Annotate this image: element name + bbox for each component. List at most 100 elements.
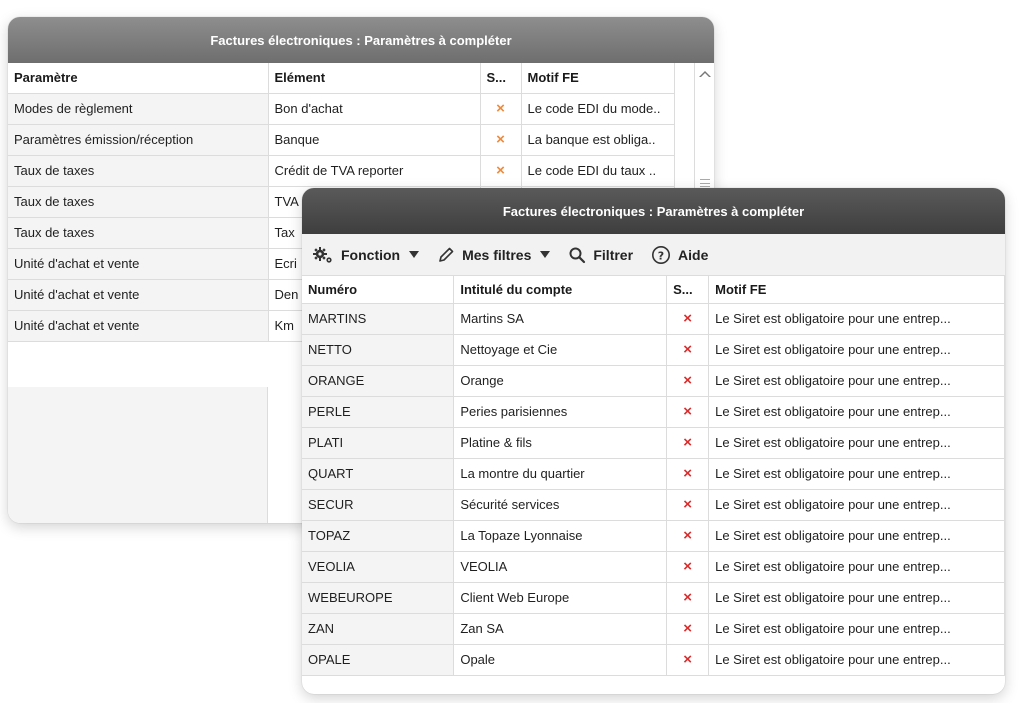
element-cell: Banque (268, 124, 481, 156)
motif-cell: Le Siret est obligatoire pour une entrep… (708, 458, 1005, 490)
pencil-icon (439, 247, 454, 262)
numero-cell: ZAN (302, 613, 455, 645)
front-window-title: Factures électroniques : Paramètres à co… (302, 188, 1005, 234)
status-error-icon: × (666, 644, 710, 676)
motif-cell: Le code EDI du taux .. (521, 155, 675, 187)
table-row[interactable]: SECUR Sécurité services × Le Siret est obli… (302, 489, 1005, 521)
numero-cell: SECUR (302, 489, 455, 521)
front-toolbar: Fonction Mes filtres Filtrer ? Aide (302, 234, 1005, 276)
motif-cell: Le Siret est obligatoire pour une entrep… (708, 520, 1005, 552)
status-error-icon: × (666, 396, 710, 428)
svg-text:?: ? (658, 249, 664, 262)
table-row[interactable]: ZAN Zan SA × Le Siret est obligatoire pour … (302, 613, 1005, 645)
column-header-intitule[interactable]: Intitulé du compte (453, 276, 668, 304)
status-error-icon: × (480, 124, 522, 156)
front-window: Factures électroniques : Paramètres à co… (302, 188, 1005, 694)
motif-cell: Le Siret est obligatoire pour une entrep… (708, 489, 1005, 521)
table-row[interactable]: PERLE Peries parisiennes × Le Siret est obl… (302, 396, 1005, 428)
back-table-header: Paramètre Elément S... Motif FE (8, 63, 675, 94)
status-error-icon: × (666, 365, 710, 397)
intitule-cell: Platine & fils (453, 427, 668, 459)
status-error-icon: × (480, 155, 522, 187)
table-row[interactable]: ORANGE Orange × Le Siret est obligatoire po… (302, 365, 1005, 397)
intitule-cell: Opale (453, 644, 668, 676)
filtrer-button[interactable]: Filtrer (568, 246, 633, 264)
mes-filtres-menu-button[interactable]: Mes filtres (437, 246, 551, 264)
table-row[interactable]: Taux de taxes Crédit de TVA reporter × Le c… (8, 155, 675, 187)
intitule-cell: Client Web Europe (453, 582, 668, 614)
parametre-cell: Unité d'achat et vente (8, 310, 269, 342)
back-table-empty-area (8, 387, 268, 523)
column-header-status[interactable]: S... (666, 276, 710, 304)
element-cell: Bon d'achat (268, 93, 481, 125)
gears-icon (313, 246, 332, 263)
status-error-icon: × (666, 551, 710, 583)
scroll-grip-icon[interactable] (700, 179, 710, 187)
table-row[interactable]: TOPAZ La Topaze Lyonnaise × Le Siret est ob… (302, 520, 1005, 552)
aide-label: Aide (678, 246, 709, 263)
status-error-icon: × (666, 582, 710, 614)
column-header-motif[interactable]: Motif FE (708, 276, 1005, 304)
numero-cell: VEOLIA (302, 551, 455, 583)
front-accounts-table: Numéro Intitulé du compte S... Motif FE … (302, 276, 1005, 676)
numero-cell: MARTINS (302, 303, 455, 335)
parametre-cell: Modes de règlement (8, 93, 269, 125)
mes-filtres-label: Mes filtres (462, 246, 532, 263)
table-row[interactable]: OPALE Opale × Le Siret est obligatoire pour… (302, 644, 1005, 676)
motif-cell: La banque est obliga.. (521, 124, 675, 156)
table-row[interactable]: Modes de règlement Bon d'achat × Le code ED… (8, 93, 675, 125)
chevron-down-icon (409, 251, 420, 258)
intitule-cell: Zan SA (453, 613, 668, 645)
intitule-cell: Nettoyage et Cie (453, 334, 668, 366)
numero-cell: OPALE (302, 644, 455, 676)
table-row[interactable]: NETTO Nettoyage et Cie × Le Siret est oblig… (302, 334, 1005, 366)
aide-button[interactable]: ? Aide (651, 245, 708, 265)
table-row[interactable]: MARTINS Martins SA × Le Siret est obligatoi… (302, 303, 1005, 335)
column-header-element[interactable]: Elément (268, 63, 481, 94)
intitule-cell: La Topaze Lyonnaise (453, 520, 668, 552)
column-header-motif[interactable]: Motif FE (521, 63, 675, 94)
parametre-cell: Taux de taxes (8, 186, 269, 218)
intitule-cell: Sécurité services (453, 489, 668, 521)
filtrer-label: Filtrer (593, 246, 634, 263)
parametre-cell: Paramètres émission/réception (8, 124, 269, 156)
table-row[interactable]: PLATI Platine & fils × Le Siret est obligat… (302, 427, 1005, 459)
search-icon (569, 247, 586, 263)
column-header-numero[interactable]: Numéro (302, 276, 455, 304)
parametre-cell: Taux de taxes (8, 155, 269, 187)
motif-cell: Le Siret est obligatoire pour une entrep… (708, 582, 1005, 614)
table-row[interactable]: VEOLIA VEOLIA × Le Siret est obligatoire po… (302, 551, 1005, 583)
motif-cell: Le Siret est obligatoire pour une entrep… (708, 365, 1005, 397)
numero-cell: ORANGE (302, 365, 455, 397)
chevron-down-icon (540, 251, 551, 258)
motif-cell: Le Siret est obligatoire pour une entrep… (708, 396, 1005, 428)
intitule-cell: Peries parisiennes (453, 396, 668, 428)
table-row[interactable]: Paramètres émission/réception Banque × La b… (8, 124, 675, 156)
intitule-cell: Orange (453, 365, 668, 397)
motif-cell: Le Siret est obligatoire pour une entrep… (708, 427, 1005, 459)
parametre-cell: Unité d'achat et vente (8, 248, 269, 280)
numero-cell: PLATI (302, 427, 455, 459)
status-error-icon: × (666, 489, 710, 521)
motif-cell: Le Siret est obligatoire pour une entrep… (708, 334, 1005, 366)
status-error-icon: × (666, 303, 710, 335)
status-error-icon: × (666, 520, 710, 552)
element-cell: Crédit de TVA reporter (268, 155, 481, 187)
back-window-title: Factures électroniques : Paramètres à co… (8, 17, 714, 63)
scroll-up-icon[interactable] (699, 71, 711, 77)
table-row[interactable]: WEBEUROPE Client Web Europe × Le Siret est … (302, 582, 1005, 614)
intitule-cell: La montre du quartier (453, 458, 668, 490)
numero-cell: NETTO (302, 334, 455, 366)
intitule-cell: Martins SA (453, 303, 668, 335)
front-table-header: Numéro Intitulé du compte S... Motif FE (302, 276, 1005, 304)
column-header-status[interactable]: S... (480, 63, 522, 94)
help-icon: ? (652, 245, 671, 264)
numero-cell: QUART (302, 458, 455, 490)
fonction-menu-button[interactable]: Fonction (312, 246, 420, 264)
motif-cell: Le Siret est obligatoire pour une entrep… (708, 303, 1005, 335)
column-header-parametre[interactable]: Paramètre (8, 63, 269, 94)
table-row[interactable]: QUART La montre du quartier × Le Siret est … (302, 458, 1005, 490)
numero-cell: PERLE (302, 396, 455, 428)
status-error-icon: × (666, 334, 710, 366)
motif-cell: Le code EDI du mode.. (521, 93, 675, 125)
